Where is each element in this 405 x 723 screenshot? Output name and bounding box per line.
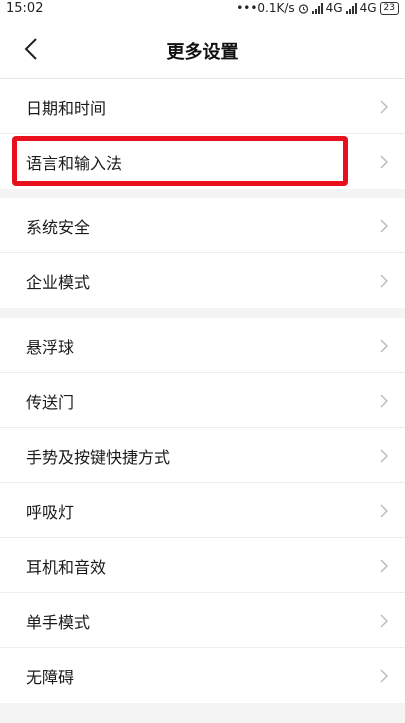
network-type-2: 4G (359, 1, 377, 15)
alarm-icon (298, 3, 308, 14)
settings-item-label: 日期和时间 (26, 99, 107, 118)
status-time: 15:02 (6, 1, 44, 16)
settings-item[interactable]: 手势及按键快捷方式 (0, 428, 405, 483)
chevron-right-icon (380, 274, 389, 288)
settings-item-label: 企业模式 (26, 273, 91, 292)
settings-item[interactable]: 无障碍 (0, 648, 405, 703)
settings-group: 悬浮球传送门手势及按键快捷方式 呼吸灯耳机和音效单手模式无障碍 (0, 318, 405, 703)
settings-item-label: 手势及按键快捷方式 (26, 448, 171, 467)
chevron-right-icon (380, 155, 389, 169)
signal-icon-2 (345, 2, 357, 14)
chevron-right-icon (380, 100, 389, 114)
settings-item[interactable]: 单手模式 (0, 593, 405, 648)
settings-item[interactable]: 日期和时间 (0, 79, 405, 134)
title-bar: 更多设置 (0, 20, 405, 79)
settings-item[interactable]: 企业模式 (0, 253, 405, 308)
chevron-right-icon (380, 669, 389, 683)
settings-item-label: 语言和输入法 (26, 154, 123, 173)
settings-group: 日期和时间语言和输入法 (0, 79, 405, 189)
network-type-1: 4G (325, 1, 343, 15)
settings-item[interactable]: 呼吸灯 (0, 483, 405, 538)
network-speed: •••0.1K/s (236, 1, 295, 15)
chevron-right-icon (380, 394, 389, 408)
settings-item[interactable]: 传送门 (0, 373, 405, 428)
settings-item-label: 单手模式 (26, 613, 91, 632)
settings-item[interactable]: 系统安全 (0, 198, 405, 253)
settings-item-label: 系统安全 (26, 218, 91, 237)
chevron-right-icon (380, 219, 389, 233)
settings-item[interactable]: 语言和输入法 (0, 134, 405, 189)
chevron-right-icon (380, 449, 389, 463)
status-icons: •••0.1K/s 4G 4G 23 (236, 1, 399, 15)
settings-item-label: 悬浮球 (26, 338, 75, 357)
settings-item[interactable]: 耳机和音效 (0, 538, 405, 593)
battery-icon: 23 (379, 1, 399, 15)
chevron-right-icon (380, 339, 389, 353)
settings-item-label: 耳机和音效 (26, 558, 107, 577)
signal-icon (311, 2, 323, 14)
settings-item-label: 传送门 (26, 393, 75, 412)
settings-item-label: 呼吸灯 (26, 503, 75, 522)
chevron-right-icon (380, 614, 389, 628)
chevron-right-icon (380, 504, 389, 518)
settings-item[interactable]: 悬浮球 (0, 318, 405, 373)
chevron-right-icon (380, 559, 389, 573)
settings-group: 系统安全 企业模式 (0, 198, 405, 308)
status-bar: 15:02 •••0.1K/s 4G 4G 23 (0, 0, 405, 20)
page-title: 更多设置 (166, 42, 239, 63)
settings-item-label: 无障碍 (26, 668, 75, 687)
